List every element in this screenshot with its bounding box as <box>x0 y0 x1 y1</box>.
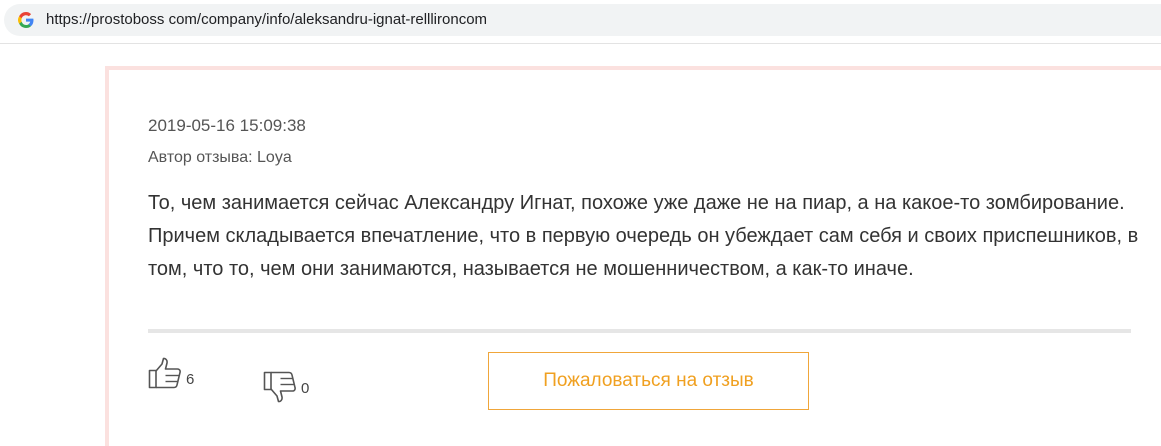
complain-button[interactable]: Пожаловаться на отзыв <box>488 352 809 410</box>
review-separator <box>148 329 1131 333</box>
thumbs-down-icon <box>263 371 296 403</box>
url-text[interactable]: https://prostoboss com/company/info/alek… <box>46 11 487 28</box>
review-timestamp: 2019-05-16 15:09:38 <box>148 116 306 135</box>
google-g-icon <box>18 12 34 28</box>
address-bar[interactable]: https://prostoboss com/company/info/alek… <box>4 4 1161 36</box>
like-count: 6 <box>186 371 195 388</box>
dislike-count: 0 <box>301 380 310 397</box>
like-button[interactable]: 6 <box>148 357 194 389</box>
dislike-button[interactable]: 0 <box>263 371 309 403</box>
review-author: Автор отзыва: Loya <box>148 149 292 166</box>
thumbs-up-icon <box>148 357 181 389</box>
review-text: То, чем занимается сейчас Александру Игн… <box>148 192 1139 280</box>
address-bar-divider <box>0 43 1161 44</box>
